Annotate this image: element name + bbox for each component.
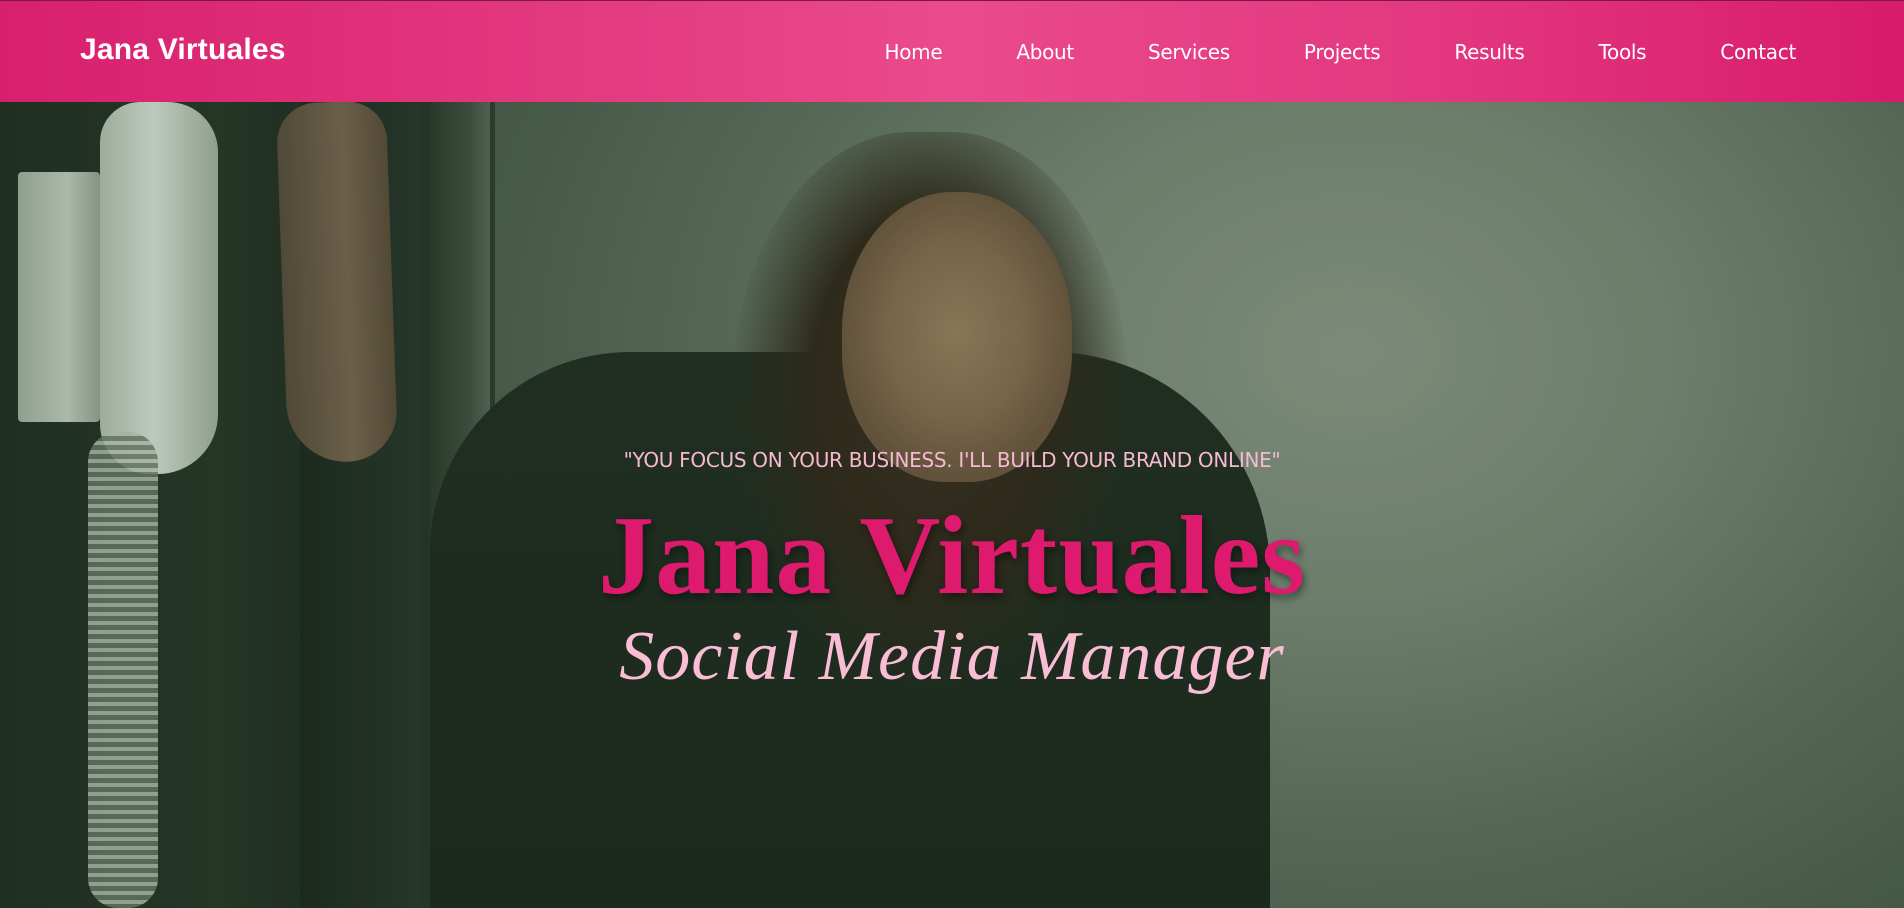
nav-link-about[interactable]: About: [1016, 40, 1074, 64]
hero-subtitle: Social Media Manager: [619, 618, 1285, 695]
nav-link-results[interactable]: Results: [1454, 40, 1524, 64]
nav-link-contact[interactable]: Contact: [1720, 40, 1796, 64]
hero-section: "YOU FOCUS ON YOUR BUSINESS. I'LL BUILD …: [0, 102, 1904, 908]
nav-link-home[interactable]: Home: [884, 40, 942, 64]
top-navbar: Jana Virtuales Home About Services Proje…: [0, 0, 1904, 102]
nav-link-tools[interactable]: Tools: [1599, 40, 1647, 64]
brand-logo[interactable]: Jana Virtuales: [80, 33, 286, 67]
nav-links: Home About Services Projects Results Too…: [884, 1, 1796, 103]
nav-link-services[interactable]: Services: [1148, 40, 1230, 64]
nav-link-projects[interactable]: Projects: [1304, 40, 1381, 64]
hero-tagline: "YOU FOCUS ON YOUR BUSINESS. I'LL BUILD …: [623, 448, 1281, 472]
hero-text: "YOU FOCUS ON YOUR BUSINESS. I'LL BUILD …: [0, 102, 1904, 908]
hero-title: Jana Virtuales: [598, 494, 1306, 618]
